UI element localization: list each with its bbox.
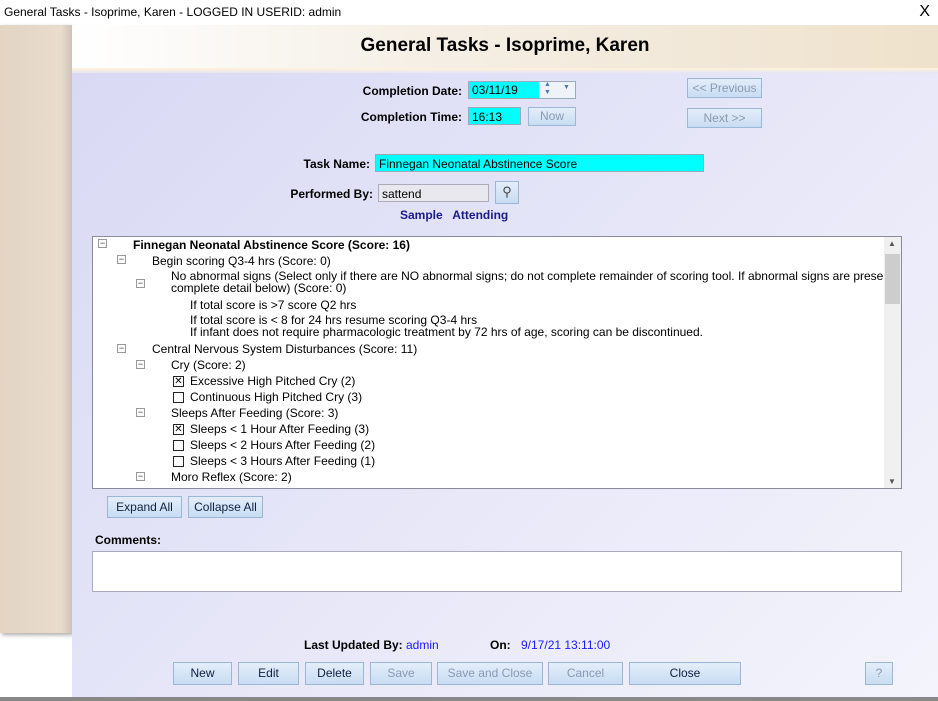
tree-option[interactable]: Sleeps < 3 Hours After Feeding (1) xyxy=(190,455,375,468)
tree-node[interactable]: complete detail below) (Score: 0) xyxy=(171,282,346,295)
checkbox-checked[interactable]: ✕ xyxy=(173,376,184,387)
scroll-up-icon[interactable]: ▲ xyxy=(888,239,896,248)
checkbox[interactable] xyxy=(173,440,184,451)
scrollbar-thumb[interactable] xyxy=(885,254,900,304)
delete-button[interactable]: Delete xyxy=(305,662,364,685)
collapse-icon[interactable]: − xyxy=(117,344,126,353)
collapse-icon[interactable]: − xyxy=(136,360,145,369)
left-panel xyxy=(0,25,72,633)
tree-node[interactable]: Begin scoring Q3-4 hrs (Score: 0) xyxy=(152,255,331,268)
page-title: General Tasks - Isoprime, Karen xyxy=(360,35,650,56)
title-bar: General Tasks - Isoprime, Karen - LOGGED… xyxy=(0,0,938,25)
tree-option[interactable]: Excessive High Pitched Cry (2) xyxy=(190,375,355,388)
last-updated-on: 9/17/21 13:11:00 xyxy=(521,638,611,652)
performer-name: Sample Attending xyxy=(400,208,509,222)
vertical-scrollbar[interactable]: ▲ ▼ xyxy=(884,237,901,488)
cancel-button[interactable]: Cancel xyxy=(548,662,623,685)
last-updated-label: Last Updated By: xyxy=(304,638,403,652)
completion-date-picker[interactable]: 03/11/19 ▲ ▼ ▼ xyxy=(468,81,576,99)
tree-option[interactable]: Sleeps < 2 Hours After Feeding (2) xyxy=(190,439,375,452)
comments-label: Comments: xyxy=(95,533,162,547)
scroll-down-icon[interactable]: ▼ xyxy=(888,477,896,486)
chevron-down-icon[interactable]: ▼ xyxy=(563,84,570,91)
checkbox-checked[interactable]: ✕ xyxy=(173,424,184,435)
tree-root[interactable]: Finnegan Neonatal Abstinence Score (Scor… xyxy=(133,239,410,252)
tree-node[interactable]: Central Nervous System Disturbances (Sco… xyxy=(152,343,417,356)
tree-node[interactable]: Moro Reflex (Score: 2) xyxy=(171,471,292,484)
expand-all-button[interactable]: Expand All xyxy=(107,496,182,518)
tree-note: If total score is >7 score Q2 hrs xyxy=(190,298,357,312)
spin-icon[interactable]: ▲ ▼ xyxy=(544,81,551,97)
scoring-tree[interactable]: − Finnegan Neonatal Abstinence Score (Sc… xyxy=(92,236,902,489)
completion-date-value[interactable]: 03/11/19 xyxy=(469,82,539,98)
collapse-icon[interactable]: − xyxy=(117,255,126,264)
help-button[interactable]: ? xyxy=(865,662,893,685)
next-button[interactable]: Next >> xyxy=(687,108,762,128)
performed-by-field[interactable]: sattend xyxy=(378,184,489,202)
completion-time-label: Completion Time: xyxy=(360,110,462,124)
performed-by-label: Performed By: xyxy=(290,187,373,201)
task-name-label: Task Name: xyxy=(303,157,370,171)
tree-node[interactable]: Sleeps After Feeding (Score: 3) xyxy=(171,407,338,420)
edit-button[interactable]: Edit xyxy=(238,662,299,685)
collapse-icon[interactable]: − xyxy=(136,279,145,288)
divider xyxy=(72,68,938,73)
tree-option[interactable]: Sleeps < 1 Hour After Feeding (3) xyxy=(190,423,369,436)
comments-field[interactable] xyxy=(92,551,902,592)
tree-option[interactable]: Continuous High Pitched Cry (3) xyxy=(190,391,362,404)
checkbox[interactable] xyxy=(173,456,184,467)
save-button[interactable]: Save xyxy=(370,662,432,685)
on-label: On: xyxy=(490,638,511,652)
collapse-all-button[interactable]: Collapse All xyxy=(188,496,263,518)
checkbox[interactable] xyxy=(173,392,184,403)
completion-date-label: Completion Date: xyxy=(362,84,462,98)
task-name-field[interactable]: Finnegan Neonatal Abstinence Score xyxy=(375,154,704,172)
close-button[interactable]: Close xyxy=(629,662,741,685)
binoculars-icon[interactable]: ⚲ xyxy=(495,181,519,204)
tree-node[interactable]: Cry (Score: 2) xyxy=(171,359,246,372)
last-updated-by: admin xyxy=(406,638,439,652)
now-button[interactable]: Now xyxy=(528,107,576,126)
collapse-icon[interactable]: − xyxy=(136,472,145,481)
save-and-close-button[interactable]: Save and Close xyxy=(437,662,543,685)
collapse-icon[interactable]: − xyxy=(136,408,145,417)
bottom-edge xyxy=(0,697,938,701)
completion-time-input[interactable]: 16:13 xyxy=(468,107,521,125)
close-window-button[interactable]: X xyxy=(919,3,930,21)
tree-note: If infant does not require pharmacologic… xyxy=(190,325,703,339)
new-button[interactable]: New xyxy=(173,662,232,685)
header: General Tasks - Isoprime, Karen xyxy=(72,25,938,68)
previous-button[interactable]: << Previous xyxy=(687,78,762,98)
window-title: General Tasks - Isoprime, Karen - LOGGED… xyxy=(4,5,342,19)
collapse-icon[interactable]: − xyxy=(98,239,107,248)
